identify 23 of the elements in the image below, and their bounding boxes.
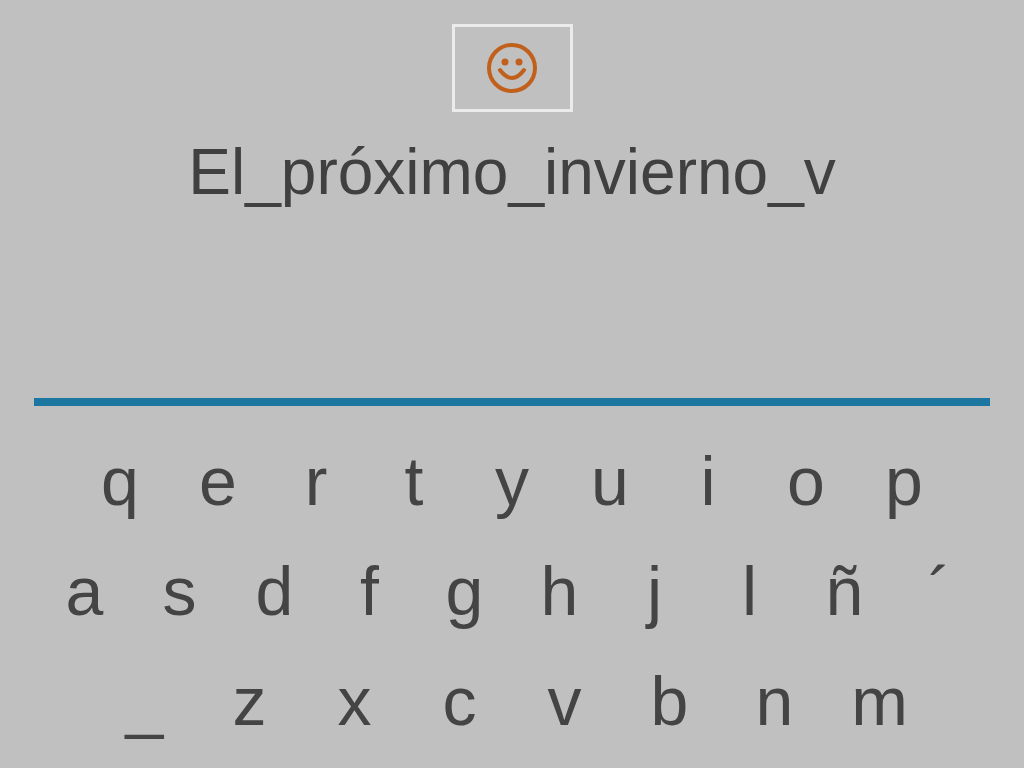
key-button[interactable]: l [702,557,797,625]
key-button[interactable]: s [132,557,227,625]
emoji-button[interactable] [451,24,573,112]
key-button[interactable]: ´ [892,557,987,625]
key-button[interactable]: o [757,447,855,515]
key-button[interactable]: c [407,667,512,735]
key-button[interactable]: u [561,447,659,515]
key-button[interactable]: a [37,557,132,625]
key-button[interactable]: e [169,447,267,515]
key-button[interactable]: m [827,667,932,735]
key-button[interactable]: n [722,667,827,735]
key-button[interactable]: v [512,667,617,735]
key-button[interactable]: z [197,667,302,735]
key-button[interactable]: t [365,447,463,515]
key-button[interactable]: b [617,667,722,735]
key-button[interactable]: h [512,557,607,625]
smiley-icon [486,42,538,94]
key-button[interactable]: d [227,557,322,625]
key-button[interactable]: r [267,447,365,515]
key-button[interactable]: x [302,667,407,735]
key-button[interactable]: i [659,447,757,515]
key-button[interactable]: ñ [797,557,892,625]
key-button[interactable]: f [322,557,417,625]
